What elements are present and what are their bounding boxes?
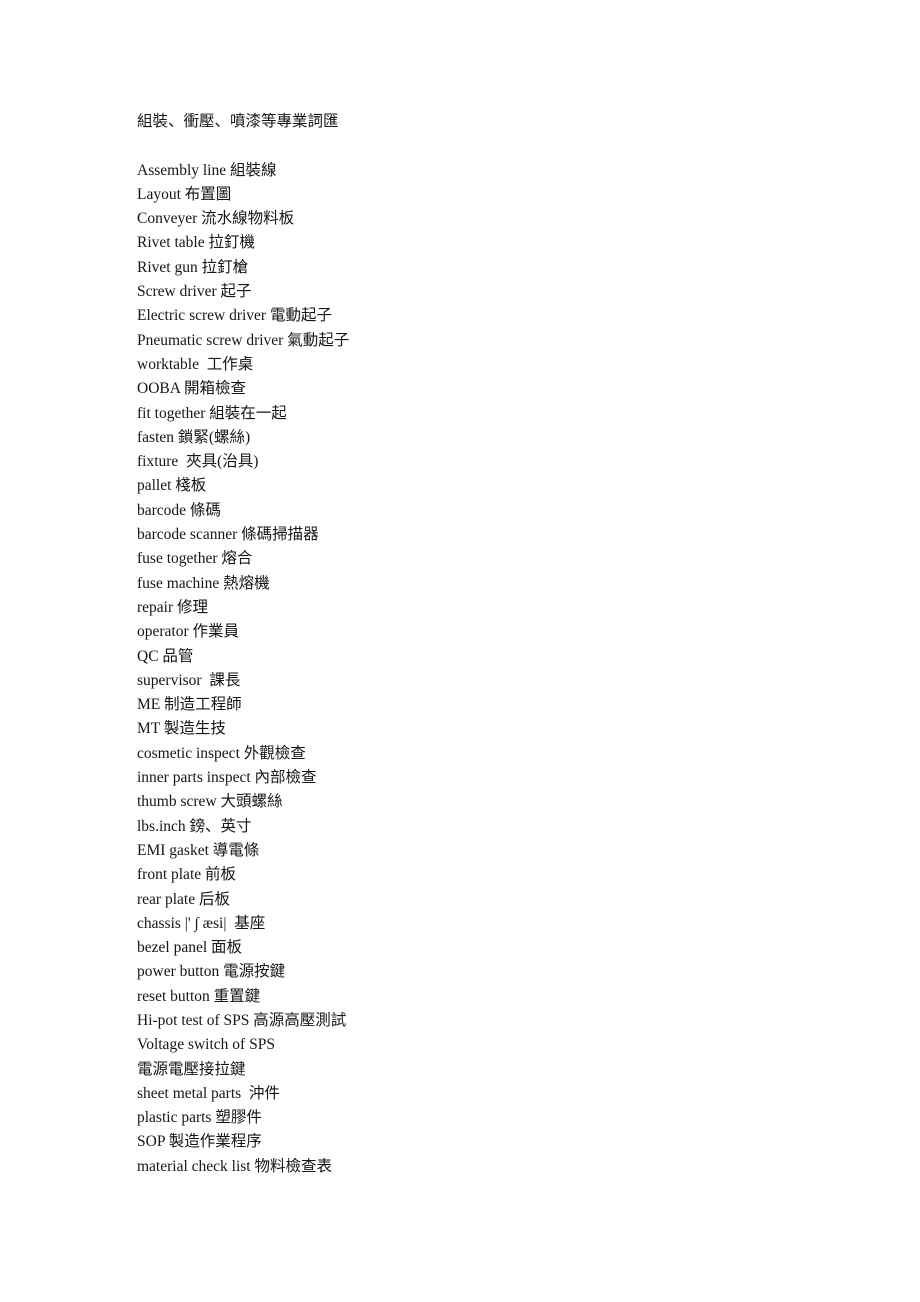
glossary-term: MT 製造生技 <box>137 720 226 738</box>
glossary-term: Layout 布置圖 <box>137 185 232 203</box>
glossary-term: reset button 重置鍵 <box>137 987 261 1005</box>
glossary-term: operator 作業員 <box>137 623 240 641</box>
title-spacer <box>137 134 837 158</box>
glossary-term: barcode 條碼 <box>137 501 221 519</box>
glossary-term: fixture 夾具(治具) <box>137 453 259 471</box>
document-body: 組裝、衝壓、噴漆等專業詞匯 Assembly line 組裝線 Layout 布… <box>137 110 837 1179</box>
glossary-term: Screw driver 起子 <box>137 283 252 301</box>
glossary-term: QC 品管 <box>137 647 194 665</box>
glossary-term: ME 制造工程師 <box>137 696 242 714</box>
glossary-term: fasten 鎖緊(螺絲) <box>137 428 251 446</box>
glossary-term: material check list 物料檢查表 <box>137 1157 332 1175</box>
glossary-term: bezel panel 面板 <box>137 939 243 957</box>
glossary-term: thumb screw 大頭螺絲 <box>137 793 283 811</box>
glossary-term: rear plate 后板 <box>137 890 230 908</box>
glossary-term: fuse machine 熱熔機 <box>137 574 270 592</box>
glossary-term: front plate 前板 <box>137 866 237 884</box>
glossary-term: repair 修理 <box>137 598 209 616</box>
glossary-term: fit together 組裝在一起 <box>137 404 287 422</box>
glossary-term: power button 電源按鍵 <box>137 963 286 981</box>
document-page: 組裝、衝壓、噴漆等專業詞匯 Assembly line 組裝線 Layout 布… <box>0 0 920 1302</box>
glossary-term: plastic parts 塑膠件 <box>137 1109 262 1127</box>
glossary-term: cosmetic inspect 外觀檢查 <box>137 744 306 762</box>
glossary-term: Pneumatic screw driver 氣動起子 <box>137 331 350 349</box>
glossary-term: Conveyer 流水線物料板 <box>137 210 295 228</box>
glossary-term: Hi-pot test of SPS 高源高壓測試 <box>137 1011 347 1029</box>
glossary-term: OOBA 開箱檢查 <box>137 380 246 398</box>
glossary-term: Rivet table 拉釘機 <box>137 234 255 252</box>
glossary-term: supervisor 課長 <box>137 671 241 689</box>
glossary-term: barcode scanner 條碼掃描器 <box>137 526 319 544</box>
glossary-term: fuse together 熔合 <box>137 550 253 568</box>
glossary-term: EMI gasket 導電條 <box>137 841 260 859</box>
glossary-term: lbs.inch 鎊、英寸 <box>137 817 252 835</box>
glossary-term: pallet 棧板 <box>137 477 207 495</box>
glossary-term-list: Assembly line 組裝線 Layout 布置圖 Conveyer 流水… <box>137 159 837 1179</box>
glossary-term: Assembly line 組裝線 <box>137 161 277 179</box>
glossary-term: SOP 製造作業程序 <box>137 1133 262 1151</box>
glossary-term: worktable 工作桌 <box>137 355 254 373</box>
glossary-term: Voltage switch of SPS <box>137 1036 275 1054</box>
glossary-term: sheet metal parts 沖件 <box>137 1084 280 1102</box>
glossary-term: chassis |' ∫ æsi| 基座 <box>137 914 266 932</box>
glossary-term: inner parts inspect 內部檢查 <box>137 769 317 787</box>
glossary-term: 電源電壓接拉鍵 <box>137 1060 246 1078</box>
page-title: 組裝、衝壓、噴漆等專業詞匯 <box>137 113 339 130</box>
glossary-term: Electric screw driver 電動起子 <box>137 307 332 325</box>
glossary-term: Rivet gun 拉釘槍 <box>137 258 249 276</box>
